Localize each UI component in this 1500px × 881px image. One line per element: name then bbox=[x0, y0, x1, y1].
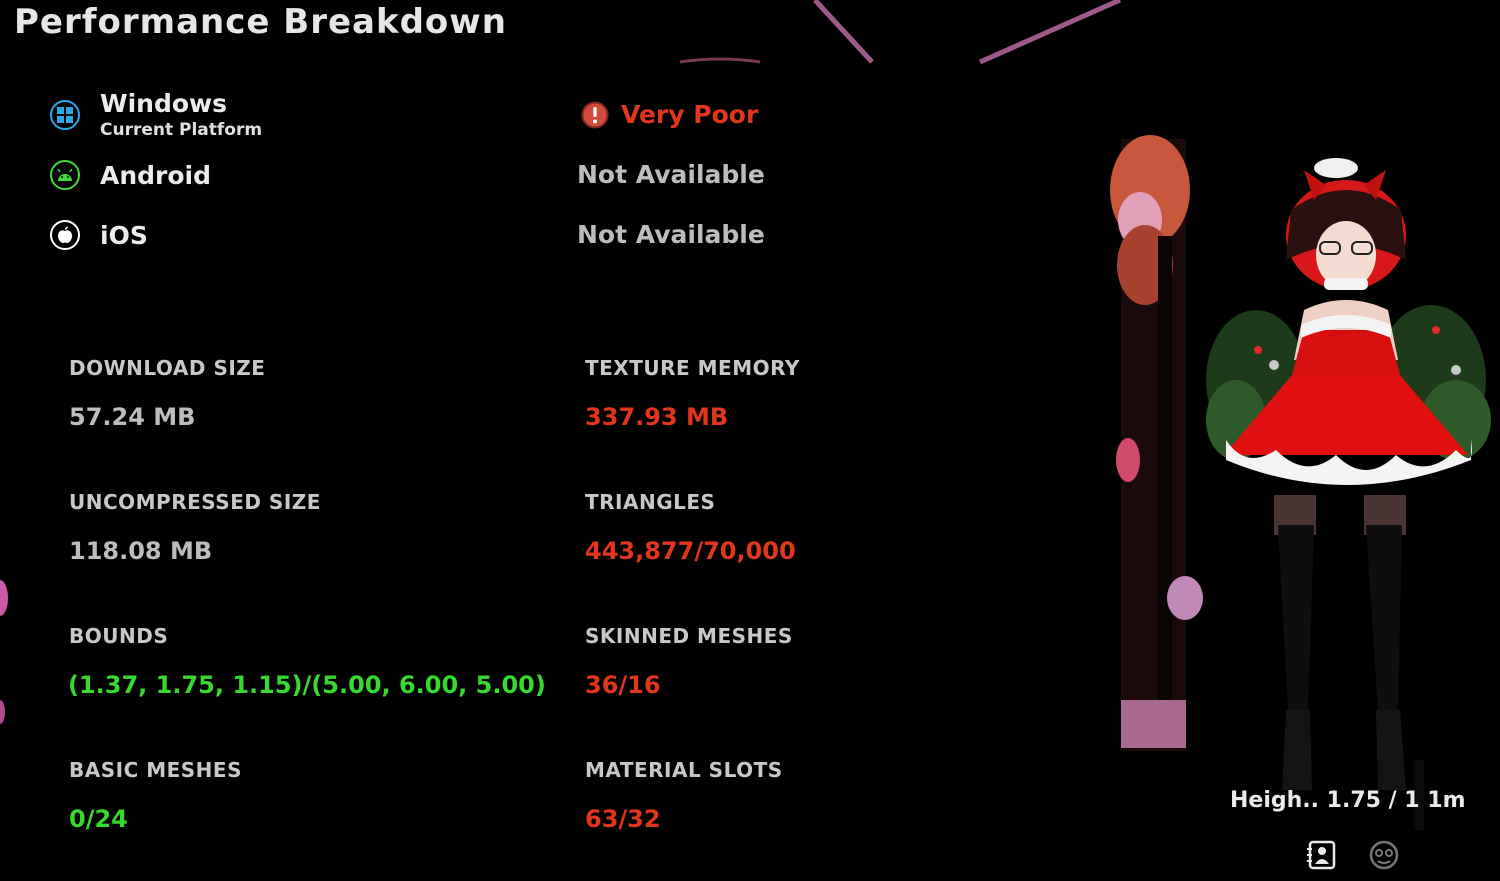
stat-value-download-size: 57.24 MB bbox=[69, 403, 196, 431]
status-text: Very Poor bbox=[621, 100, 759, 129]
stat-label-texture-memory: TEXTURE MEMORY bbox=[585, 356, 800, 380]
avatar-height-text: Heigh.. 1.75 / 1 1m bbox=[1230, 788, 1466, 813]
avatar-face-icon[interactable] bbox=[1368, 839, 1400, 871]
stat-label-material-slots: MATERIAL SLOTS bbox=[585, 758, 783, 782]
stat-label-download-size: DOWNLOAD SIZE bbox=[69, 356, 266, 380]
platform-row-ios: iOS bbox=[50, 215, 148, 255]
stat-value-texture-memory: 337.93 MB bbox=[585, 403, 729, 431]
stat-label-skinned-meshes: SKINNED MESHES bbox=[585, 624, 793, 648]
apple-icon bbox=[50, 220, 80, 250]
platform-name: iOS bbox=[100, 220, 148, 250]
platform-row-windows: Windows Current Platform bbox=[50, 91, 262, 140]
page-title: Performance Breakdown bbox=[14, 2, 507, 42]
platform-status-ios: Not Available bbox=[577, 220, 765, 249]
platform-subtitle: Current Platform bbox=[100, 119, 263, 140]
stat-label-triangles: TRIANGLES bbox=[585, 490, 716, 514]
stat-label-uncompressed-size: UNCOMPRESSED SIZE bbox=[69, 490, 321, 514]
stat-value-uncompressed-size: 118.08 MB bbox=[69, 537, 213, 565]
stat-label-bounds: BOUNDS bbox=[69, 624, 169, 648]
stat-label-basic-meshes: BASIC MESHES bbox=[69, 758, 242, 782]
stat-value-material-slots: 63/32 bbox=[585, 805, 661, 833]
avatar-preview[interactable] bbox=[1186, 150, 1500, 840]
stat-value-triangles: 443,877/70,000 bbox=[585, 537, 796, 565]
windows-icon bbox=[50, 100, 80, 130]
stat-value-basic-meshes: 0/24 bbox=[69, 805, 128, 833]
platform-status-windows: Very Poor bbox=[581, 100, 758, 129]
platform-row-android: Android bbox=[50, 155, 211, 195]
id-card-icon[interactable] bbox=[1306, 839, 1338, 871]
stat-value-bounds: (1.37, 1.75, 1.15)/(5.00, 6.00, 5.00) bbox=[68, 671, 546, 699]
warning-icon bbox=[581, 101, 609, 128]
stat-value-skinned-meshes: 36/16 bbox=[585, 671, 661, 699]
platform-name: Android bbox=[100, 160, 212, 190]
platform-name: Windows bbox=[100, 88, 227, 118]
platform-status-android: Not Available bbox=[577, 160, 765, 189]
android-icon bbox=[50, 160, 80, 190]
